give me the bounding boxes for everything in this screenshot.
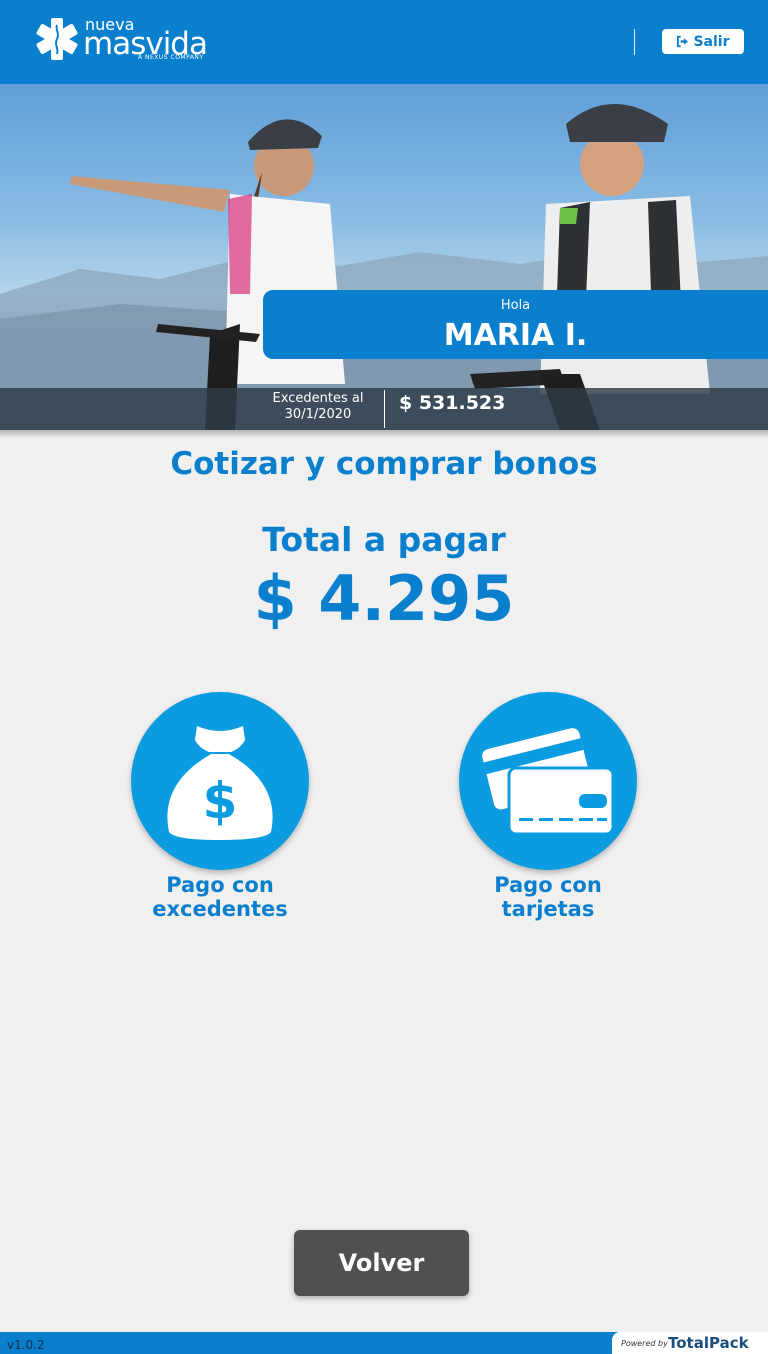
pay-with-cards-option[interactable]: Pago con tarjetas — [458, 692, 638, 921]
page-title: Cotizar y comprar bonos — [170, 446, 598, 482]
app-footer: v1.0.2 Powered by TotalPack — [0, 1332, 768, 1354]
star-of-life-logo-icon — [36, 18, 78, 60]
excedentes-divider — [384, 390, 385, 428]
back-button[interactable]: Volver — [294, 1230, 469, 1296]
version-label: v1.0.2 — [7, 1338, 45, 1352]
total-label: Total a pagar — [262, 520, 506, 559]
logout-label: Salir — [693, 33, 730, 50]
powered-by-badge: Powered by TotalPack — [612, 1332, 768, 1354]
pay-with-excedentes-option[interactable]: $ Pago con excedentes — [130, 692, 310, 921]
excedentes-label: Excedentes al 30/1/2020 — [266, 391, 370, 423]
powered-by-brand: TotalPack — [668, 1334, 749, 1352]
pay-excedentes-label-line2: excedentes — [152, 897, 288, 921]
powered-by-text: Powered by — [621, 1339, 668, 1348]
pay-cards-label-line1: Pago con — [494, 873, 602, 897]
greeting-panel: Hola MARIA I. — [263, 290, 768, 359]
excedentes-date: 30/1/2020 — [284, 407, 352, 422]
cyclists-photo — [0, 104, 768, 430]
pay-excedentes-label: Pago con excedentes — [130, 873, 310, 921]
greeting-label: Hola — [500, 298, 531, 313]
money-bag-icon: $ — [167, 726, 273, 840]
hero-shadow — [0, 430, 768, 438]
pay-cards-circle[interactable] — [459, 692, 637, 870]
total-value: $ 4.295 — [253, 562, 515, 635]
pay-excedentes-label-line1: Pago con — [166, 873, 274, 897]
app-header: nueva masvida A NEXUS COMPANY Salir — [0, 0, 768, 84]
brand-logo: nueva masvida A NEXUS COMPANY — [34, 16, 234, 66]
pay-cards-label: Pago con tarjetas — [458, 873, 638, 921]
logout-button[interactable]: Salir — [662, 29, 744, 54]
pay-excedentes-circle[interactable]: $ — [131, 692, 309, 870]
hero-banner: Hola MARIA I. Excedentes al 30/1/2020 $ … — [0, 84, 768, 430]
excedentes-bar: Excedentes al 30/1/2020 $ 531.523 — [0, 388, 768, 430]
excedentes-value: $ 531.523 — [399, 392, 506, 414]
sign-out-icon — [677, 35, 689, 48]
excedentes-label-text: Excedentes al — [272, 391, 364, 406]
pay-cards-label-line2: tarjetas — [501, 897, 595, 921]
logo-tagline: A NEXUS COMPANY — [138, 54, 204, 61]
user-name: MARIA I. — [443, 318, 588, 353]
svg-text:$: $ — [203, 772, 238, 830]
credit-cards-icon — [482, 728, 615, 836]
header-divider — [634, 29, 635, 55]
